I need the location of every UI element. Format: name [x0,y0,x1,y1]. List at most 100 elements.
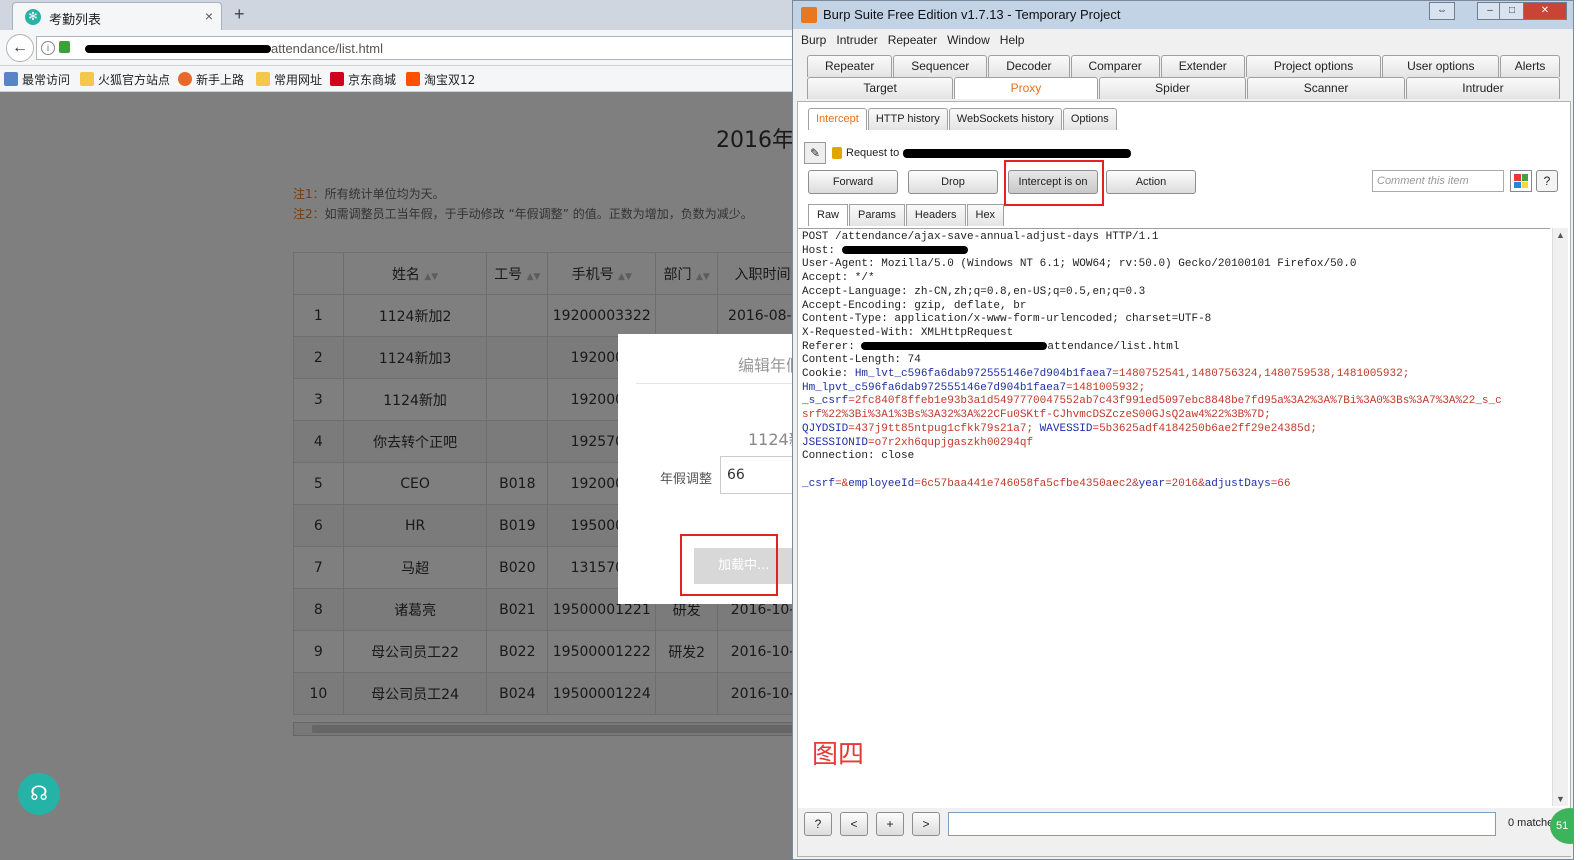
search-bar: ? < + > 0 matche 51 [798,808,1573,856]
request-body: _csrf=&employeeId=6c57baa441e746058fa5cf… [802,477,1291,490]
folder-icon [256,72,270,86]
adjust-label: 年假调整 [660,472,713,487]
tab-target[interactable]: Target [807,77,954,99]
edit-annual-leave-modal: 编辑年假 1124新 年假调整 66 加载中... [618,334,808,604]
close-icon[interactable]: ✕ [1523,2,1567,20]
window-title: Burp Suite Free Edition v1.7.13 - Tempor… [823,7,1121,22]
highlight-box [1004,160,1104,206]
menu-help[interactable]: Help [1000,31,1025,51]
restore-icon[interactable]: ⇔ [1429,2,1455,20]
header-accept-encoding: Accept-Encoding: gzip, deflate, br [802,299,1027,312]
maximize-icon[interactable]: □ [1499,2,1525,20]
url-path: attendance/list.html [271,41,384,56]
next-match-button[interactable]: > [912,812,940,836]
pencil-icon[interactable]: ✎ [804,142,826,164]
taobao-icon [406,72,420,86]
bookmark-item[interactable]: 最常访问 [4,71,70,87]
site-favicon-icon: ✻ [25,9,41,25]
cookie-line: JSESSIONID=o7r2xh6qupjgaszkh00294qf [802,436,1034,449]
burp-titlebar: Burp Suite Free Edition v1.7.13 - Tempor… [793,1,1573,29]
tab-scanner[interactable]: Scanner [1247,77,1405,99]
tab-user-options[interactable]: User options [1382,55,1500,77]
drop-button[interactable]: Drop [908,170,998,194]
header-accept-language: Accept-Language: zh-CN,zh;q=0.8,en-US;q=… [802,285,1146,298]
proxy-panel: Intercept HTTP history WebSockets histor… [797,101,1573,857]
tab-alerts[interactable]: Alerts [1500,55,1560,77]
comment-input[interactable]: Comment this item [1372,170,1504,192]
menu-intruder[interactable]: Intruder [836,31,877,51]
info-icon[interactable]: i [41,41,55,55]
tab-options[interactable]: Options [1062,108,1117,130]
redacted-host [861,341,1048,350]
menu-window[interactable]: Window [947,31,990,51]
request-line: POST /attendance/ajax-save-annual-adjust… [802,231,1159,243]
header-user-agent: User-Agent: Mozilla/5.0 (Windows NT 6.1;… [802,258,1357,271]
header-x-requested-with: X-Requested-With: XMLHttpRequest [802,326,1014,339]
menu-bar: Burp Intruder Repeater Window Help [801,31,1024,51]
tab-intruder[interactable]: Intruder [1405,77,1561,99]
firefox-window: ✻ 考勤列表 × + ← i attendance/list.html 最常访问… [0,0,808,860]
tab-comparer[interactable]: Comparer [1070,55,1160,77]
redacted-host [903,148,1132,158]
search-help-button[interactable]: ? [804,812,832,836]
request-editor[interactable]: POST /attendance/ajax-save-annual-adjust… [798,228,1550,806]
header-connection: Connection: close [802,450,915,463]
status-badge: 51 [1550,808,1573,844]
message-view-tabs: Raw Params Headers Hex [808,204,1005,226]
highlight-color-icon[interactable] [1510,170,1532,192]
jd-icon [330,72,344,86]
redacted-host [85,45,271,53]
tab-headers[interactable]: Headers [905,204,966,226]
tab-project-options[interactable]: Project options [1245,55,1382,77]
firefox-icon [178,72,192,86]
tab-websockets-history[interactable]: WebSockets history [948,108,1062,130]
bookmark-item[interactable]: 京东商城 [330,71,396,87]
tab-raw[interactable]: Raw [808,204,849,226]
tab-intercept[interactable]: Intercept [808,108,867,130]
folder-icon [80,72,94,86]
back-arrow-icon[interactable]: ← [6,34,34,62]
bookmarks-bar: 最常访问 火狐官方站点 新手上路 常用网址 京东商城 淘宝双12 [0,66,808,92]
scroll-up-icon[interactable]: ▲ [1556,230,1565,240]
search-input[interactable] [948,812,1496,836]
lock-icon [832,147,842,159]
browser-tab[interactable]: ✻ 考勤列表 × [12,2,222,30]
tab-close-icon[interactable]: × [205,8,213,24]
url-bar[interactable]: i attendance/list.html [36,36,808,60]
tab-extender[interactable]: Extender [1160,55,1245,77]
bookmark-item[interactable]: 新手上路 [178,71,244,87]
action-button[interactable]: Action [1106,170,1196,194]
cookie-line: srf%22%3Bi%3A1%3Bs%3A32%3A%22CFu0SKtf-CJ… [802,409,1271,422]
tab-proxy[interactable]: Proxy [954,77,1098,99]
tool-tabs-row-1: Repeater Sequencer Decoder Comparer Exte… [807,55,1561,77]
new-tab-button[interactable]: + [234,4,245,25]
scroll-down-icon[interactable]: ▼ [1556,794,1565,804]
burp-window: Burp Suite Free Edition v1.7.13 - Tempor… [792,0,1574,860]
menu-burp[interactable]: Burp [801,31,826,51]
vertical-scrollbar[interactable]: ▲ ▼ [1552,228,1568,806]
tab-title: 考勤列表 [49,13,102,28]
match-count: 0 matche [1508,817,1554,829]
tool-tabs-row-2: Target Proxy Spider Scanner Intruder [807,77,1561,99]
bookmark-item[interactable]: 火狐官方站点 [80,71,170,87]
tab-decoder[interactable]: Decoder [988,55,1070,77]
browser-tab-bar: ✻ 考勤列表 × + [0,0,808,30]
tab-spider[interactable]: Spider [1098,77,1247,99]
tab-http-history[interactable]: HTTP history [867,108,948,130]
add-button[interactable]: + [876,812,904,836]
help-icon[interactable]: ? [1536,170,1558,192]
forward-button[interactable]: Forward [808,170,898,194]
previous-match-button[interactable]: < [840,812,868,836]
tab-repeater[interactable]: Repeater [807,55,893,77]
cookie-line: Hm_lpvt_c596fa6dab972555146e7d904b1faea7… [802,381,1146,394]
menu-repeater[interactable]: Repeater [888,31,937,51]
bookmark-item[interactable]: 淘宝双12 [406,71,475,87]
tab-sequencer[interactable]: Sequencer [893,55,988,77]
header-content-length: Content-Length: 74 [802,354,921,367]
customer-service-icon[interactable]: ☊ [18,773,60,815]
proxy-subtabs: Intercept HTTP history WebSockets histor… [808,108,1118,130]
tab-params[interactable]: Params [849,204,905,226]
tab-hex[interactable]: Hex [966,204,1005,226]
bookmark-item[interactable]: 常用网址 [256,71,322,87]
